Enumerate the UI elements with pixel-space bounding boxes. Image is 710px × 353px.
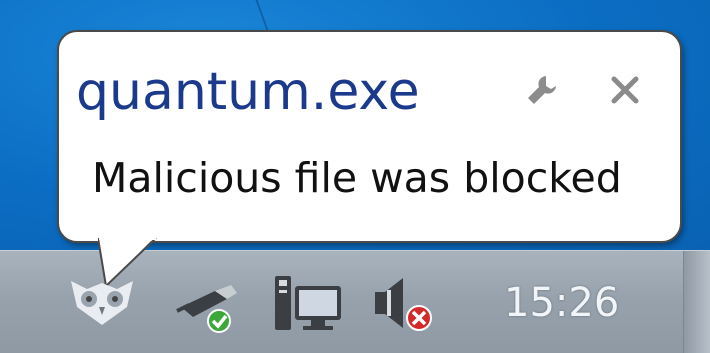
taskbar-clock[interactable]: 15:26 bbox=[504, 280, 619, 326]
volume-muted-icon[interactable] bbox=[370, 274, 442, 336]
notification-title: quantum.exe bbox=[76, 62, 420, 122]
owl-antivirus-icon[interactable] bbox=[64, 268, 140, 334]
network-icon[interactable] bbox=[270, 272, 348, 338]
notification-message: Malicious file was blocked bbox=[92, 154, 622, 202]
usb-device-icon[interactable] bbox=[174, 276, 244, 338]
close-icon[interactable] bbox=[605, 70, 645, 110]
show-desktop-button[interactable] bbox=[683, 251, 710, 353]
wrench-icon[interactable] bbox=[522, 70, 562, 110]
